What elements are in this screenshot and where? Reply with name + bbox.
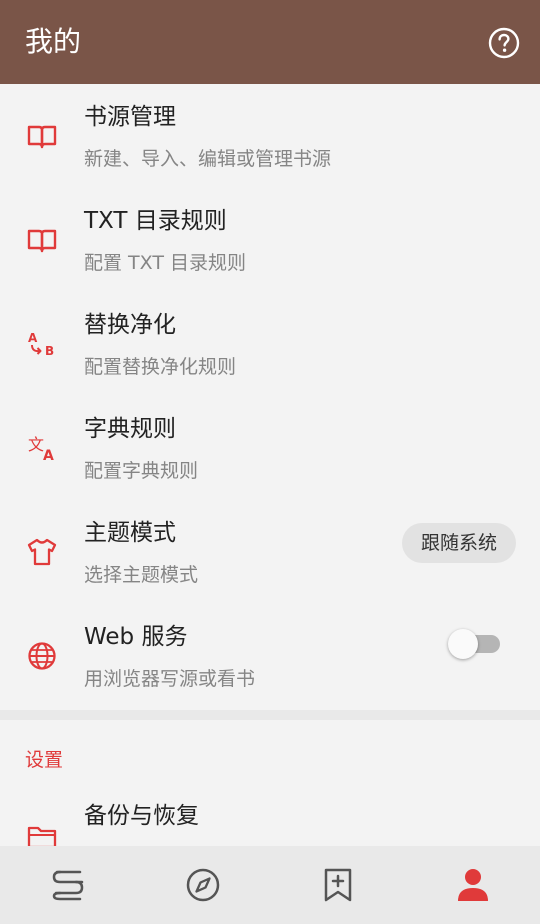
menu-item-book-source[interactable]: 书源管理 新建、导入、编辑或管理书源 (0, 84, 540, 188)
svg-text:A: A (28, 331, 38, 345)
content-scroll[interactable]: 书源管理 新建、导入、编辑或管理书源 TXT 目录规则 配置 TXT 目录规则 … (0, 84, 540, 846)
menu-item-subtitle: 配置字典规则 (84, 460, 199, 482)
bottom-navigation (0, 846, 540, 924)
toggle-thumb (448, 629, 478, 659)
menu-item-subtitle: 用浏览器写源或看书 (84, 668, 256, 690)
menu-item-subtitle: 配置 TXT 目录规则 (84, 252, 246, 274)
menu-item-title: Web 服务 (84, 624, 188, 650)
help-circle-icon[interactable] (488, 27, 520, 59)
folder-icon (27, 826, 57, 846)
theme-mode-chip[interactable]: 跟随系统 (401, 523, 516, 563)
replace-ab-icon: A B (28, 331, 54, 358)
app-bar: 我的 (0, 0, 540, 84)
page-title: 我的 (25, 25, 82, 58)
menu-item-title: 主题模式 (84, 520, 176, 546)
svg-text:A: A (43, 448, 54, 464)
menu-item-title: 字典规则 (84, 416, 176, 442)
menu-item-title: 书源管理 (84, 104, 176, 130)
nav-rss[interactable] (270, 846, 405, 924)
nav-bookshelf[interactable] (0, 846, 135, 924)
book-open-icon (27, 229, 57, 253)
book-open-icon (27, 125, 57, 149)
person-icon (457, 869, 488, 901)
translate-icon: 文 A (28, 435, 54, 464)
settings-section-title: 设置 (25, 749, 64, 771)
nav-my[interactable] (405, 846, 540, 924)
svg-text:B: B (45, 344, 54, 358)
shirt-icon (27, 538, 57, 566)
bookmark-add-icon (324, 868, 351, 902)
menu-item-txt-toc-rules[interactable]: TXT 目录规则 配置 TXT 目录规则 (0, 188, 540, 292)
bookshelf-icon (52, 870, 83, 901)
web-service-toggle[interactable] (448, 629, 500, 659)
menu-item-title: 替换净化 (84, 312, 176, 338)
nav-explore[interactable] (135, 846, 270, 924)
menu-item-backup-restore[interactable]: 备份与恢复 (0, 796, 540, 846)
compass-icon (186, 868, 219, 902)
menu-item-subtitle: 新建、导入、编辑或管理书源 (84, 148, 332, 170)
svg-text:文: 文 (28, 435, 44, 454)
menu-item-title: TXT 目录规则 (84, 208, 227, 234)
menu-item-replace-rules[interactable]: A B 替换净化 配置替换净化规则 (0, 292, 540, 396)
globe-icon (28, 642, 56, 670)
menu-item-subtitle: 配置替换净化规则 (84, 356, 237, 378)
menu-item-dictionary-rules[interactable]: 文 A 字典规则 配置字典规则 (0, 396, 540, 500)
menu-item-web-service[interactable]: Web 服务 用浏览器写源或看书 (0, 604, 540, 708)
menu-item-subtitle: 选择主题模式 (84, 564, 199, 586)
section-divider (0, 710, 540, 720)
menu-item-theme-mode[interactable]: 主题模式 选择主题模式 跟随系统 (0, 500, 540, 604)
menu-item-title: 备份与恢复 (84, 803, 199, 829)
